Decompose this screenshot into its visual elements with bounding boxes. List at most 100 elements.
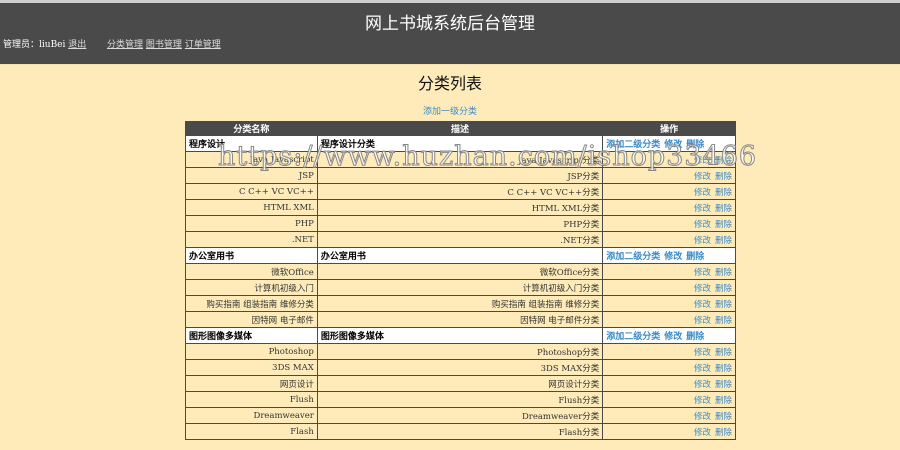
delete-link[interactable]: 删除 bbox=[715, 188, 732, 198]
subcategory-row: Java Javascript Java Javascript分类 修改 删除 bbox=[185, 151, 736, 168]
subcategory-actions: 修改 删除 bbox=[602, 343, 736, 360]
subcategory-row: Flash Flash分类 修改 删除 bbox=[185, 423, 736, 440]
subcategory-actions: 修改 删除 bbox=[602, 151, 736, 168]
subcategory-name: 网页设计 bbox=[185, 375, 318, 392]
subcategory-name: 因特网 电子邮件 bbox=[185, 311, 318, 328]
subcategory-actions: 修改 删除 bbox=[602, 263, 736, 280]
nav-book-management[interactable]: 图书管理 bbox=[146, 40, 182, 50]
admin-label: 管理员： bbox=[3, 40, 40, 50]
delete-link[interactable]: 删除 bbox=[686, 140, 704, 150]
subcategory-name: 计算机初级入门 bbox=[185, 279, 318, 296]
subcategory-row: 微软Office 微软Office分类 修改 删除 bbox=[185, 263, 736, 280]
delete-link[interactable]: 删除 bbox=[715, 412, 732, 422]
add-sub-category-link[interactable]: 添加二级分类 bbox=[606, 140, 660, 150]
category-desc: 办公室用书 bbox=[316, 247, 604, 264]
subcategory-desc: Flash分类 bbox=[316, 423, 604, 440]
edit-link[interactable]: 修改 bbox=[694, 300, 711, 310]
add-sub-category-link[interactable]: 添加二级分类 bbox=[606, 332, 660, 342]
subcategory-row: Photoshop Photoshop分类 修改 删除 bbox=[185, 343, 736, 360]
admin-info: 管理员：liuBei 退出 bbox=[3, 37, 86, 50]
logout-link[interactable]: 退出 bbox=[68, 40, 86, 50]
add-top-category-link[interactable]: 添加一级分类 bbox=[0, 104, 900, 117]
subcategory-name: Dreamweaver bbox=[185, 407, 318, 424]
subcategory-desc: 微软Office分类 bbox=[316, 263, 604, 280]
subcategory-desc: .NET分类 bbox=[316, 231, 604, 248]
subcategory-actions: 修改 删除 bbox=[602, 167, 736, 184]
subcategory-desc: 网页设计分类 bbox=[316, 375, 604, 392]
subcategory-desc: 3DS MAX分类 bbox=[316, 359, 604, 376]
subcategory-desc: Dreamweaver分类 bbox=[316, 407, 604, 424]
nav-order-management[interactable]: 订单管理 bbox=[185, 40, 221, 50]
subcategory-actions: 修改 删除 bbox=[602, 215, 736, 232]
subcategory-desc: 计算机初级入门分类 bbox=[316, 279, 604, 296]
edit-link[interactable]: 修改 bbox=[694, 172, 711, 182]
edit-link[interactable]: 修改 bbox=[664, 332, 682, 342]
category-actions: 添加二级分类 修改 删除 bbox=[602, 135, 736, 152]
delete-link[interactable]: 删除 bbox=[715, 396, 732, 406]
delete-link[interactable]: 删除 bbox=[715, 156, 732, 166]
subcategory-row: 因特网 电子邮件 因特网 电子邮件分类 修改 删除 bbox=[185, 311, 736, 328]
category-desc: 程序设计分类 bbox=[316, 135, 604, 152]
delete-link[interactable]: 删除 bbox=[715, 236, 732, 246]
header: 网上书城系统后台管理 管理员：liuBei 退出 分类管理 图书管理 订单管理 bbox=[0, 0, 900, 65]
delete-link[interactable]: 删除 bbox=[715, 380, 732, 390]
subcategory-desc: Flush分类 bbox=[316, 391, 604, 408]
main-nav: 分类管理 图书管理 订单管理 bbox=[107, 37, 221, 50]
edit-link[interactable]: 修改 bbox=[694, 268, 711, 278]
edit-link[interactable]: 修改 bbox=[694, 348, 711, 358]
delete-link[interactable]: 删除 bbox=[715, 316, 732, 326]
edit-link[interactable]: 修改 bbox=[694, 188, 711, 198]
subcategory-row: 3DS MAX 3DS MAX分类 修改 删除 bbox=[185, 359, 736, 376]
category-actions: 添加二级分类 修改 删除 bbox=[602, 327, 736, 344]
subcategory-desc: Java Javascript分类 bbox=[316, 151, 604, 168]
subcategory-actions: 修改 删除 bbox=[602, 231, 736, 248]
category-row: 办公室用书 办公室用书 添加二级分类 修改 删除 bbox=[185, 247, 736, 264]
subcategory-row: .NET .NET分类 修改 删除 bbox=[185, 231, 736, 248]
subcategory-desc: 因特网 电子邮件分类 bbox=[316, 311, 604, 328]
subcategory-desc: C C++ VC VC++分类 bbox=[316, 183, 604, 200]
subcategory-actions: 修改 删除 bbox=[602, 375, 736, 392]
edit-link[interactable]: 修改 bbox=[664, 252, 682, 262]
edit-link[interactable]: 修改 bbox=[694, 236, 711, 246]
subcategory-row: 网页设计 网页设计分类 修改 删除 bbox=[185, 375, 736, 392]
delete-link[interactable]: 删除 bbox=[715, 284, 732, 294]
subcategory-row: 计算机初级入门 计算机初级入门分类 修改 删除 bbox=[185, 279, 736, 296]
subcategory-actions: 修改 删除 bbox=[602, 391, 736, 408]
edit-link[interactable]: 修改 bbox=[694, 156, 711, 166]
edit-link[interactable]: 修改 bbox=[694, 364, 711, 374]
subcategory-name: .NET bbox=[185, 231, 318, 248]
edit-link[interactable]: 修改 bbox=[664, 140, 682, 150]
category-row: 程序设计 程序设计分类 添加二级分类 修改 删除 bbox=[185, 135, 736, 152]
category-name: 程序设计 bbox=[185, 135, 318, 152]
delete-link[interactable]: 删除 bbox=[715, 364, 732, 374]
subcategory-desc: Photoshop分类 bbox=[316, 343, 604, 360]
edit-link[interactable]: 修改 bbox=[694, 316, 711, 326]
subcategory-row: HTML XML HTML XML分类 修改 删除 bbox=[185, 199, 736, 216]
delete-link[interactable]: 删除 bbox=[715, 220, 732, 230]
edit-link[interactable]: 修改 bbox=[694, 204, 711, 214]
delete-link[interactable]: 删除 bbox=[715, 348, 732, 358]
edit-link[interactable]: 修改 bbox=[694, 396, 711, 406]
edit-link[interactable]: 修改 bbox=[694, 412, 711, 422]
edit-link[interactable]: 修改 bbox=[694, 428, 711, 438]
delete-link[interactable]: 删除 bbox=[715, 268, 732, 278]
subcategory-name: C C++ VC VC++ bbox=[185, 183, 318, 200]
col-header-desc: 描述 bbox=[316, 121, 604, 136]
delete-link[interactable]: 删除 bbox=[715, 428, 732, 438]
nav-category-management[interactable]: 分类管理 bbox=[107, 40, 143, 50]
delete-link[interactable]: 删除 bbox=[686, 332, 704, 342]
subcategory-actions: 修改 删除 bbox=[602, 183, 736, 200]
delete-link[interactable]: 删除 bbox=[715, 204, 732, 214]
subcategory-row: Flush Flush分类 修改 删除 bbox=[185, 391, 736, 408]
subcategory-name: Flush bbox=[185, 391, 318, 408]
edit-link[interactable]: 修改 bbox=[694, 220, 711, 230]
subcategory-actions: 修改 删除 bbox=[602, 311, 736, 328]
delete-link[interactable]: 删除 bbox=[715, 172, 732, 182]
edit-link[interactable]: 修改 bbox=[694, 380, 711, 390]
edit-link[interactable]: 修改 bbox=[694, 284, 711, 294]
delete-link[interactable]: 删除 bbox=[715, 300, 732, 310]
delete-link[interactable]: 删除 bbox=[686, 252, 704, 262]
subcategory-desc: HTML XML分类 bbox=[316, 199, 604, 216]
subcategory-name: PHP bbox=[185, 215, 318, 232]
add-sub-category-link[interactable]: 添加二级分类 bbox=[606, 252, 660, 262]
